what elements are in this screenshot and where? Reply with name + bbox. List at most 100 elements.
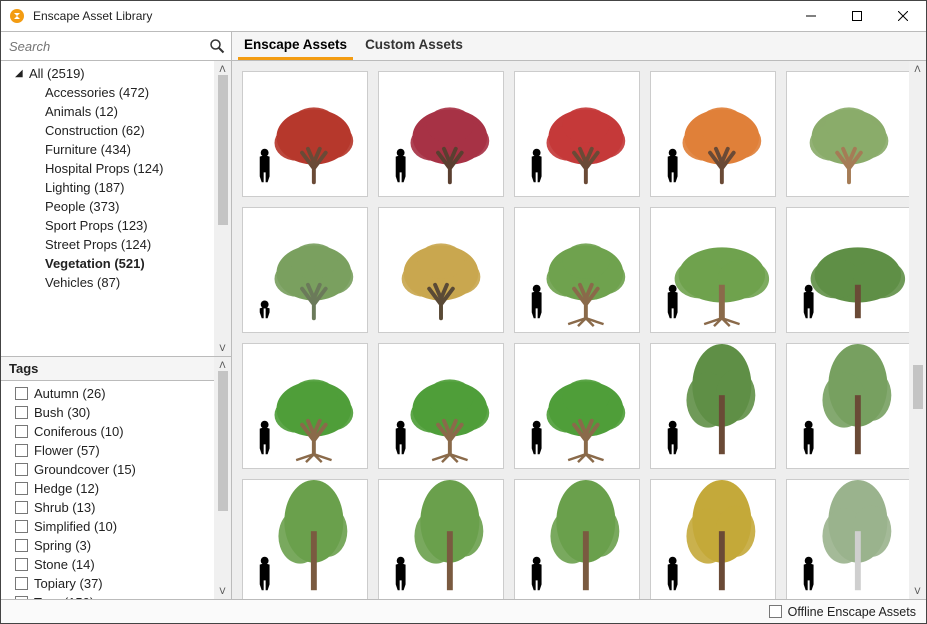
footer: Offline Enscape Assets [1, 599, 926, 623]
tag-item[interactable]: Topiary (37) [5, 574, 231, 593]
tab-enscape-assets[interactable]: Enscape Assets [238, 32, 353, 60]
tag-item[interactable]: Spring (3) [5, 536, 231, 555]
category-item[interactable]: Accessories (472) [5, 83, 231, 102]
asset-grid-area: ᐱ ᐯ [232, 61, 926, 599]
category-root[interactable]: ◢ All (2519) [5, 64, 231, 83]
scrollbar-thumb[interactable] [218, 371, 228, 511]
category-item[interactable]: Vegetation (521) [5, 254, 231, 273]
tag-item[interactable]: Autumn (26) [5, 384, 231, 403]
tag-checkbox[interactable] [15, 425, 28, 438]
tag-item[interactable]: Flower (57) [5, 441, 231, 460]
tag-label: Groundcover (15) [34, 462, 136, 477]
asset-tile[interactable] [786, 343, 912, 469]
tag-label: Tree (150) [34, 595, 94, 599]
sidebar: ◢ All (2519) Accessories (472)Animals (1… [1, 61, 232, 599]
scrollbar-thumb[interactable] [913, 365, 923, 409]
tag-checkbox[interactable] [15, 406, 28, 419]
tag-label: Simplified (10) [34, 519, 117, 534]
tag-label: Shrub (13) [34, 500, 95, 515]
chevron-up-icon[interactable]: ᐱ [219, 359, 225, 371]
chevron-up-icon[interactable]: ᐱ [914, 63, 920, 75]
tag-label: Spring (3) [34, 538, 91, 553]
asset-tile[interactable] [378, 343, 504, 469]
tag-checkbox[interactable] [15, 520, 28, 533]
tag-checkbox[interactable] [15, 444, 28, 457]
chevron-down-icon[interactable]: ᐯ [219, 585, 225, 597]
tag-checkbox[interactable] [15, 596, 28, 599]
asset-grid [232, 61, 909, 599]
tag-label: Bush (30) [34, 405, 90, 420]
tags-panel: Tags Autumn (26) Bush (30) Coniferous (10)… [1, 357, 231, 599]
asset-tile[interactable] [242, 71, 368, 197]
tags-header: Tags [1, 357, 231, 381]
tags-scrollbar[interactable]: ᐱ ᐯ [214, 357, 231, 599]
category-item[interactable]: Furniture (434) [5, 140, 231, 159]
asset-tile[interactable] [650, 479, 776, 599]
tag-checkbox[interactable] [15, 463, 28, 476]
tag-item[interactable]: Bush (30) [5, 403, 231, 422]
close-button[interactable] [880, 1, 926, 31]
asset-tile[interactable] [514, 343, 640, 469]
asset-tile[interactable] [514, 71, 640, 197]
tag-item[interactable]: Simplified (10) [5, 517, 231, 536]
categories-panel: ◢ All (2519) Accessories (472)Animals (1… [1, 61, 231, 357]
tag-item[interactable]: Shrub (13) [5, 498, 231, 517]
tag-checkbox[interactable] [15, 558, 28, 571]
categories-scrollbar[interactable]: ᐱ ᐯ [214, 61, 231, 356]
asset-tile[interactable] [378, 207, 504, 333]
asset-source-tabs: Enscape Assets Custom Assets [232, 32, 469, 60]
chevron-down-icon[interactable]: ᐯ [914, 585, 920, 597]
tag-item[interactable]: Coniferous (10) [5, 422, 231, 441]
search-wrap [1, 32, 232, 60]
category-item[interactable]: People (373) [5, 197, 231, 216]
content-scrollbar[interactable]: ᐱ ᐯ [909, 61, 926, 599]
maximize-button[interactable] [834, 1, 880, 31]
tag-checkbox[interactable] [15, 387, 28, 400]
tag-item[interactable]: Groundcover (15) [5, 460, 231, 479]
titlebar: Enscape Asset Library [1, 1, 926, 31]
category-item[interactable]: Street Props (124) [5, 235, 231, 254]
asset-tile[interactable] [514, 479, 640, 599]
category-item[interactable]: Sport Props (123) [5, 216, 231, 235]
asset-tile[interactable] [378, 71, 504, 197]
asset-tile[interactable] [786, 71, 912, 197]
tag-item[interactable]: Tree (150) [5, 593, 231, 599]
scrollbar-thumb[interactable] [218, 75, 228, 225]
chevron-down-icon: ◢ [15, 68, 25, 79]
category-item[interactable]: Animals (12) [5, 102, 231, 121]
asset-tile[interactable] [378, 479, 504, 599]
minimize-button[interactable] [788, 1, 834, 31]
tag-checkbox[interactable] [15, 577, 28, 590]
asset-tile[interactable] [242, 479, 368, 599]
asset-tile[interactable] [242, 207, 368, 333]
tag-label: Autumn (26) [34, 386, 106, 401]
window-title: Enscape Asset Library [33, 9, 152, 23]
asset-tile[interactable] [242, 343, 368, 469]
tag-item[interactable]: Stone (14) [5, 555, 231, 574]
tag-label: Hedge (12) [34, 481, 99, 496]
chevron-up-icon[interactable]: ᐱ [219, 63, 225, 75]
offline-checkbox[interactable] [769, 605, 782, 618]
asset-tile[interactable] [514, 207, 640, 333]
asset-tile[interactable] [786, 479, 912, 599]
category-item[interactable]: Construction (62) [5, 121, 231, 140]
asset-tile[interactable] [650, 343, 776, 469]
tag-item[interactable]: Hedge (12) [5, 479, 231, 498]
chevron-down-icon[interactable]: ᐯ [219, 342, 225, 354]
search-icon[interactable] [209, 38, 225, 54]
tab-custom-assets[interactable]: Custom Assets [359, 32, 469, 60]
search-input[interactable] [7, 38, 209, 55]
tag-checkbox[interactable] [15, 482, 28, 495]
tag-label: Stone (14) [34, 557, 95, 572]
tag-label: Flower (57) [34, 443, 100, 458]
tag-checkbox[interactable] [15, 539, 28, 552]
category-item[interactable]: Lighting (187) [5, 178, 231, 197]
tag-checkbox[interactable] [15, 501, 28, 514]
category-item[interactable]: Hospital Props (124) [5, 159, 231, 178]
app-logo-icon [9, 8, 25, 24]
asset-tile[interactable] [650, 71, 776, 197]
category-item[interactable]: Vehicles (87) [5, 273, 231, 292]
asset-tile[interactable] [650, 207, 776, 333]
asset-tile[interactable] [786, 207, 912, 333]
tag-label: Topiary (37) [34, 576, 103, 591]
